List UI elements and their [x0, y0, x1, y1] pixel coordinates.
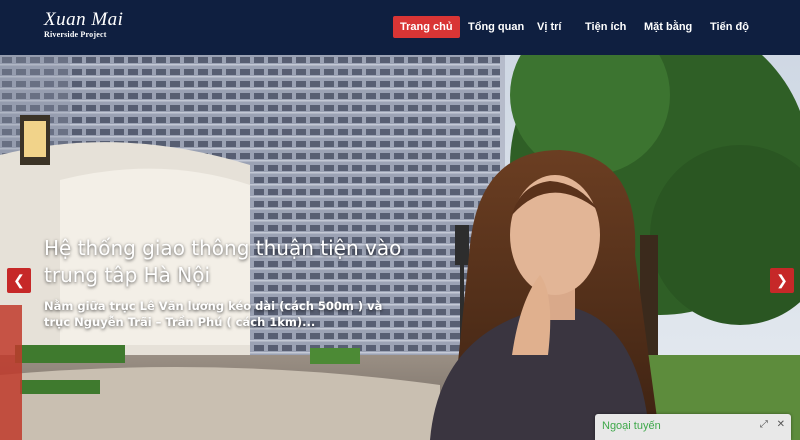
- chevron-right-icon: ❯: [776, 272, 788, 288]
- slider-next-button[interactable]: ❯: [770, 268, 794, 293]
- hero-slider: Hệ thống giao thông thuận tiện vào trung…: [0, 55, 800, 440]
- live-chat-widget[interactable]: Ngoại tuyến ⤢ ✕: [595, 414, 791, 440]
- slide-title: Hệ thống giao thông thuận tiện vào trung…: [44, 236, 402, 287]
- chat-controls: ⤢ ✕: [754, 419, 785, 430]
- slide-caption: Hệ thống giao thông thuận tiện vào trung…: [44, 235, 404, 330]
- nav-item-tien-do[interactable]: Tiến độ: [703, 16, 756, 38]
- chat-status-label: Ngoại tuyến: [602, 420, 661, 432]
- nav-item-trang-chu[interactable]: Trang chủ: [393, 16, 460, 38]
- nav-item-tong-quan[interactable]: Tổng quan: [461, 16, 531, 38]
- nav-item-tien-ich[interactable]: Tiện ích: [578, 16, 633, 38]
- site-header: Xuan Mai Riverside Project Trang chủ Tổn…: [0, 0, 800, 55]
- expand-icon[interactable]: ⤢: [760, 419, 768, 430]
- chevron-left-icon: ❮: [13, 272, 25, 288]
- slider-prev-button[interactable]: ❮: [7, 268, 31, 293]
- close-icon[interactable]: ✕: [777, 419, 785, 430]
- main-nav: Trang chủ Tổng quan Vị trí Tiện ích Mặt …: [0, 16, 800, 40]
- nav-item-vi-tri[interactable]: Vị trí: [530, 16, 568, 38]
- slide-description: Nằm giữa trục Lê Văn lương kéo dài (cách…: [44, 299, 383, 329]
- nav-item-mat-bang[interactable]: Mặt bằng: [637, 16, 699, 38]
